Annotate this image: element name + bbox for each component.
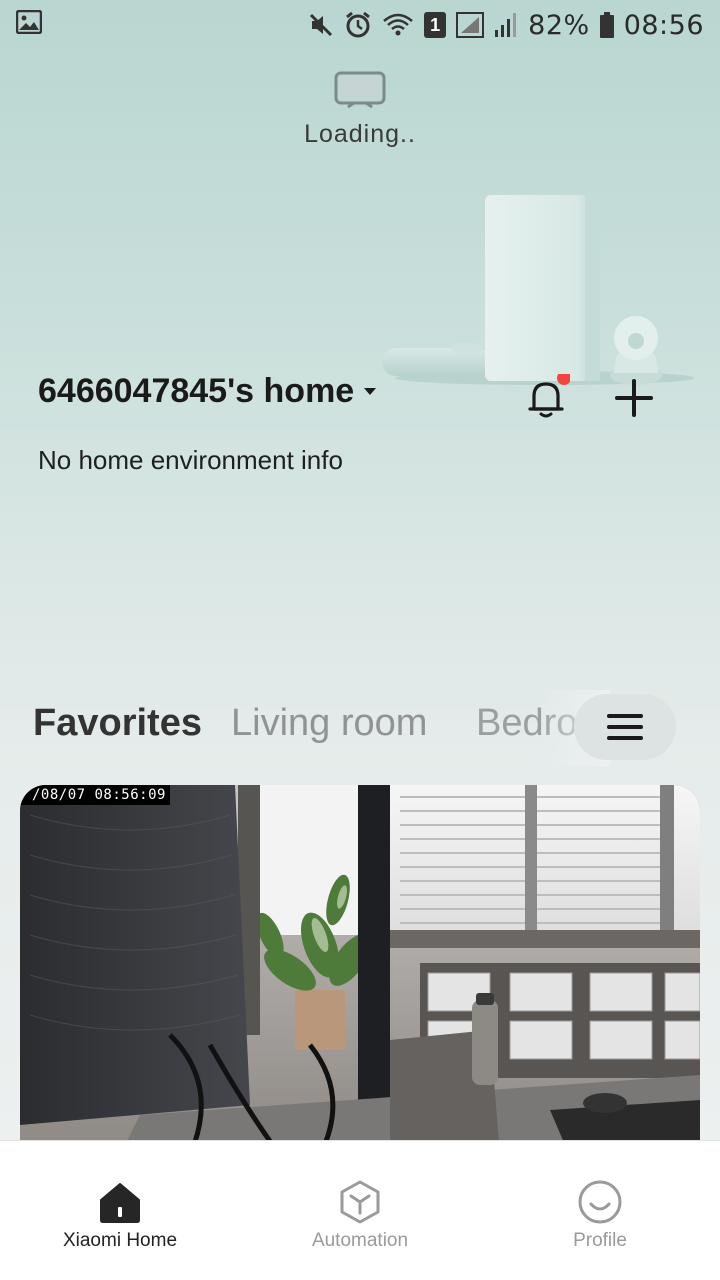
nav-label-profile: Profile	[573, 1230, 627, 1251]
room-tabs: Favorites Living room Bedroom	[0, 690, 720, 766]
notification-dot	[557, 374, 570, 385]
signal-bars-icon	[494, 12, 518, 38]
nav-label-automation: Automation	[311, 1230, 409, 1251]
home-icon	[100, 1183, 140, 1223]
signal-icon	[456, 12, 485, 38]
alarm-icon	[344, 11, 372, 39]
tab-living-room[interactable]: Living room	[231, 702, 427, 745]
home-selector[interactable]: 6466047845's home	[38, 372, 377, 411]
rooms-menu-button[interactable]	[574, 694, 676, 760]
device-loading-status: Loading..	[304, 120, 416, 148]
tab-favorites[interactable]: Favorites	[33, 702, 202, 745]
hamburger-menu-icon	[607, 714, 643, 740]
battery-percent: 82%	[528, 9, 590, 41]
battery-icon	[599, 12, 614, 38]
home-name: 6466047845's home	[38, 372, 355, 410]
profile-smile-icon	[578, 1180, 622, 1224]
automation-cube-icon	[340, 1180, 380, 1224]
sim-slot-badge: 1	[424, 12, 447, 38]
nav-xiaomi-home[interactable]: Xiaomi Home	[0, 1141, 240, 1280]
dropdown-caret-icon	[364, 388, 377, 395]
smart-devices-illustration	[382, 195, 695, 385]
tv-icon	[334, 71, 386, 109]
status-icons: 1 82% 08:56	[308, 10, 704, 41]
add-device-icon[interactable]	[612, 376, 656, 420]
gallery-notification-icon	[15, 9, 43, 41]
home-environment-info: No home environment info	[38, 445, 343, 475]
nav-profile[interactable]: Profile	[480, 1141, 720, 1280]
clock: 08:56	[623, 9, 704, 41]
notification-bell-icon[interactable]	[522, 374, 570, 422]
camera-feed-card[interactable]: /08/07 08:56:09	[20, 785, 700, 1155]
device-preview[interactable]: Loading..	[0, 70, 720, 149]
camera-live-view	[20, 785, 700, 1155]
mute-icon	[308, 12, 334, 38]
wifi-icon	[382, 12, 414, 38]
nav-label-xiaomi-home: Xiaomi Home	[62, 1230, 178, 1251]
nav-automation[interactable]: Automation	[240, 1141, 480, 1280]
bottom-navigation: Xiaomi Home Automation Profile	[0, 1140, 720, 1280]
status-bar: 1 82% 08:56	[0, 0, 720, 50]
camera-timestamp: /08/07 08:56:09	[20, 785, 170, 805]
